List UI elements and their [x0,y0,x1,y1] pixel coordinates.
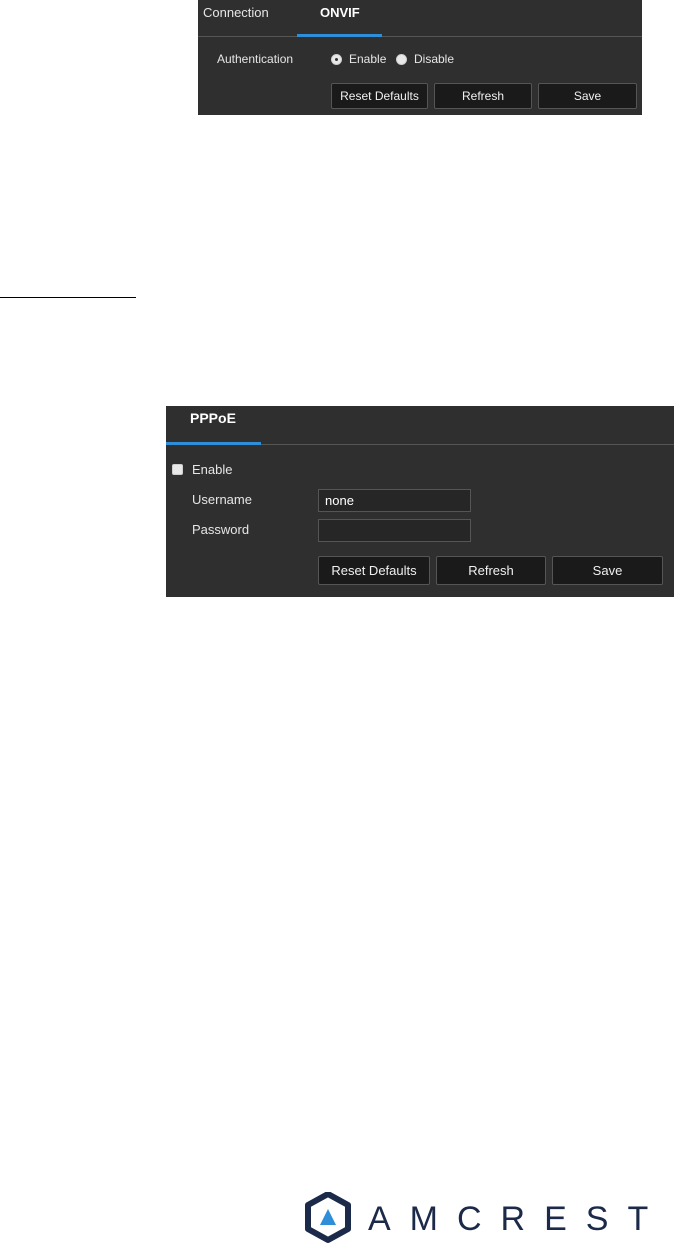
disable-radio[interactable] [396,54,407,65]
enable-checkbox-label[interactable]: Enable [192,462,232,477]
tab-bar: PPPoE [166,406,674,445]
enable-radio-label[interactable]: Enable [349,52,386,66]
disable-radio-label[interactable]: Disable [414,52,454,66]
refresh-button[interactable]: Refresh [436,556,546,585]
section-divider [0,297,136,298]
amcrest-logo-text: AMCREST [368,1200,668,1238]
save-button[interactable]: Save [538,83,637,109]
authentication-label: Authentication [217,52,294,66]
tab-pppoe[interactable]: PPPoE [166,406,261,445]
username-label: Username [192,492,252,507]
save-button[interactable]: Save [552,556,663,585]
enable-radio[interactable] [331,54,342,65]
pppoe-panel: PPPoE Enable Username Password Reset Def… [166,406,674,597]
password-input[interactable] [318,519,471,542]
enable-checkbox[interactable] [172,464,183,475]
amcrest-logo-icon [305,1192,351,1243]
reset-defaults-button[interactable]: Reset Defaults [318,556,430,585]
reset-defaults-button[interactable]: Reset Defaults [331,83,428,109]
refresh-button[interactable]: Refresh [434,83,532,109]
tab-onvif[interactable]: ONVIF [297,0,382,37]
tab-connection[interactable]: Connection [203,0,269,36]
onvif-panel: Connection ONVIF Authentication Enable D… [198,0,642,115]
password-label: Password [192,522,250,537]
username-input[interactable] [318,489,471,512]
tab-bar: Connection ONVIF [198,0,642,37]
